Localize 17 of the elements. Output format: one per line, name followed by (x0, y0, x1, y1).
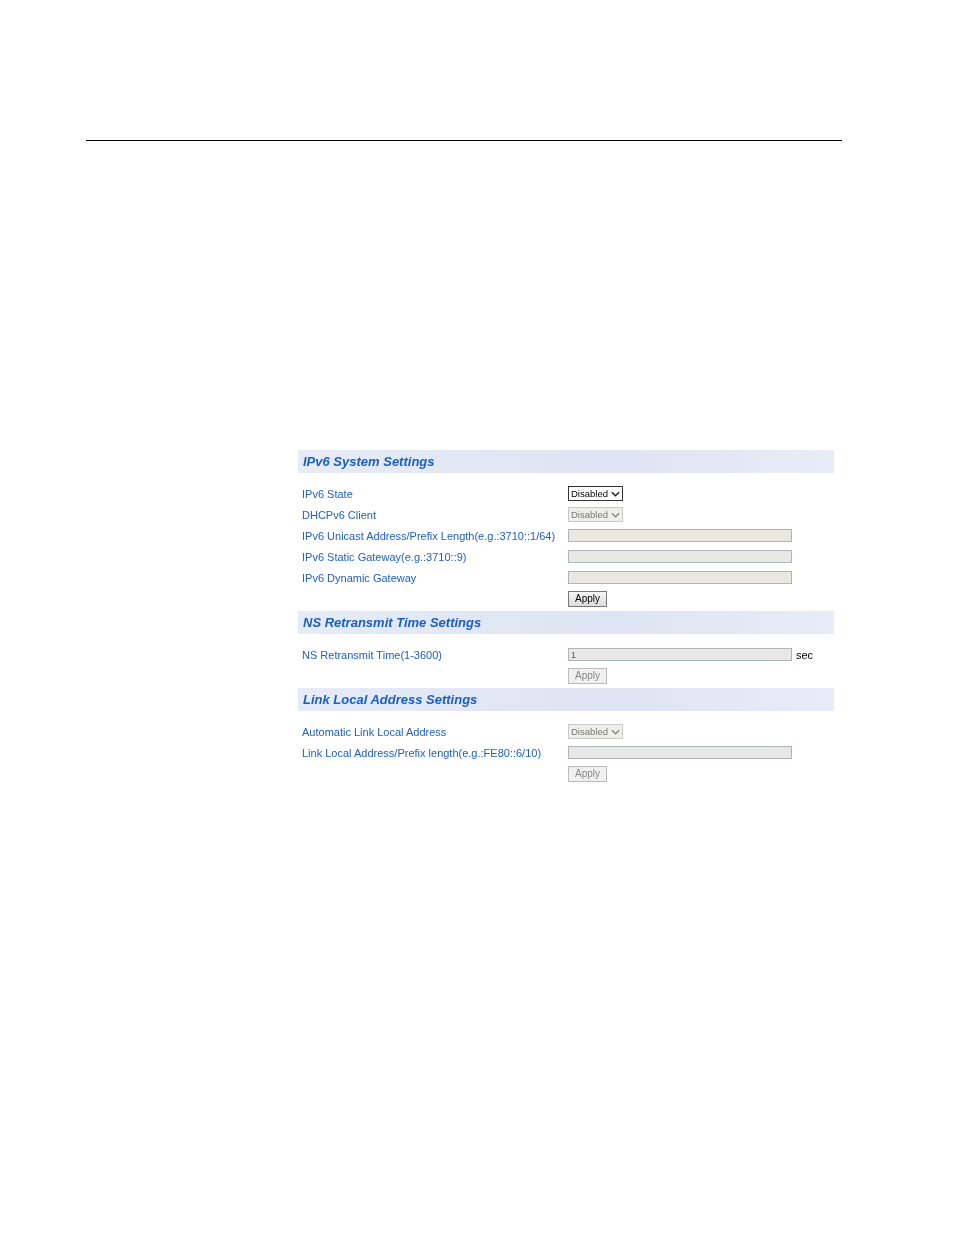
section-header: Link Local Address Settings (298, 688, 834, 711)
field-label: IPv6 Unicast Address/Prefix Length(e.g.:3710::1/64) (301, 529, 557, 542)
apply-button[interactable]: Apply (568, 590, 607, 607)
unit-label: sec (796, 648, 814, 661)
caret-icon (610, 728, 620, 735)
field-label: NS Retransmit Time(1-3600) (301, 648, 443, 661)
dropdown[interactable]: Disabled (568, 486, 623, 501)
field-label: IPv6 Dynamic Gateway (301, 571, 418, 584)
section-header: NS Retransmit Time Settings (298, 611, 834, 634)
field-label: IPv6 State (301, 487, 354, 500)
field-label: IPv6 Static Gateway(e.g.:3710::9) (301, 550, 468, 563)
caret-icon (610, 511, 620, 518)
caret-icon (610, 490, 620, 497)
field-label: Automatic Link Local Address (301, 725, 448, 738)
field-label: DHCPv6 Client (301, 508, 377, 521)
section-header: IPv6 System Settings (298, 450, 834, 473)
field-label: Link Local Address/Prefix length(e.g.:FE80::6/10) (301, 746, 543, 759)
